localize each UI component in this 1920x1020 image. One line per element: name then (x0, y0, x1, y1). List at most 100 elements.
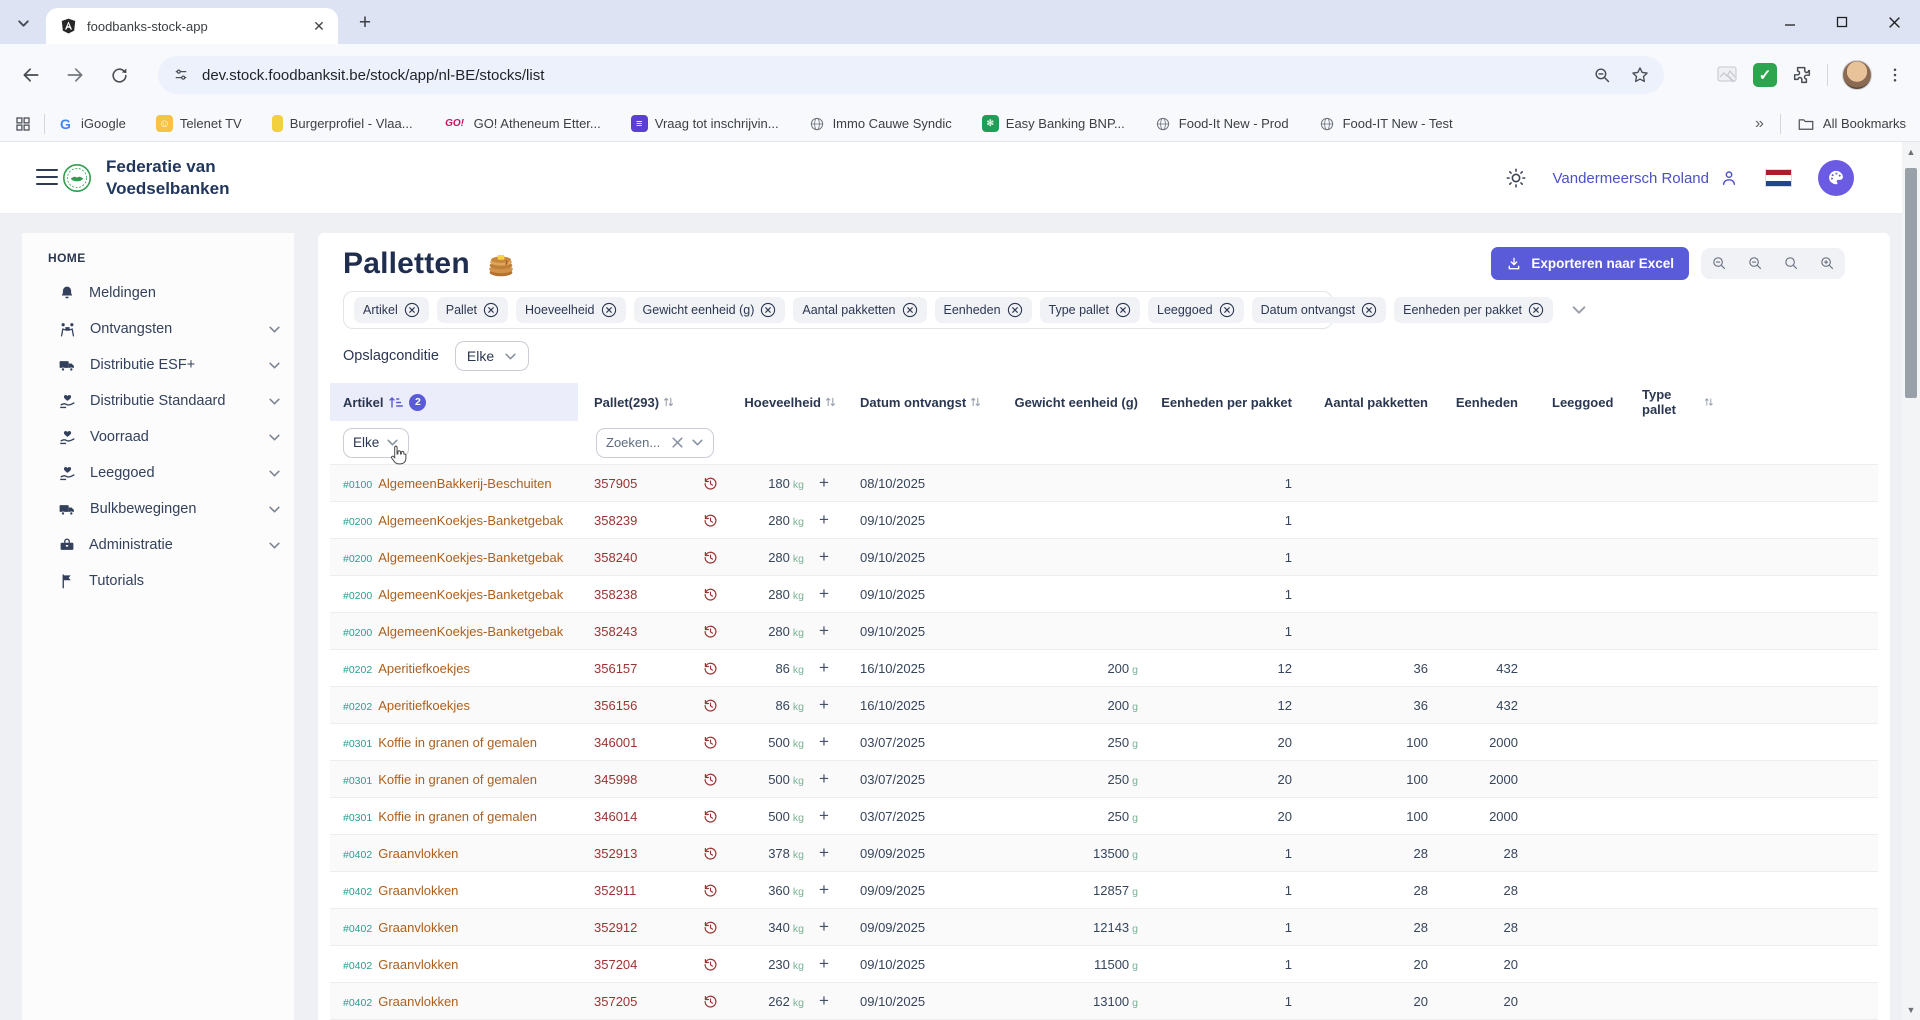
table-row[interactable]: #0202Aperitiefkoekjes35615686kg+16/10/20… (330, 687, 1878, 724)
column-header-gewicht[interactable]: Gewicht eenheid (g) (992, 395, 1138, 410)
expand-plus-icon[interactable]: + (806, 843, 842, 863)
window-minimize-button[interactable] (1764, 0, 1816, 44)
expand-plus-icon[interactable]: + (806, 621, 842, 641)
expand-plus-icon[interactable]: + (806, 695, 842, 715)
table-row[interactable]: #0200AlgemeenKoekjes-Banketgebak35823828… (330, 576, 1878, 613)
history-icon[interactable] (690, 956, 730, 973)
back-button[interactable] (14, 58, 48, 92)
sidebar-item-distributie-esf-[interactable]: Distributie ESF+ (22, 347, 294, 383)
forward-button[interactable] (58, 58, 92, 92)
bookmark-star-icon[interactable] (1630, 65, 1650, 85)
pallet-number[interactable]: 358243 (578, 624, 690, 639)
article-cell[interactable]: #0200AlgemeenKoekjes-Banketgebak (330, 550, 578, 565)
article-cell[interactable]: #0301Koffie in granen of gemalen (330, 772, 578, 787)
bookmark-item[interactable]: ☺Telenet TV (156, 115, 242, 132)
remove-filter-icon[interactable] (1115, 302, 1131, 318)
sidebar-item-administratie[interactable]: Administratie (22, 527, 294, 563)
search-icon[interactable] (1773, 255, 1809, 272)
url-text[interactable]: dev.stock.foodbanksit.be/stock/app/nl-BE… (202, 67, 1593, 84)
column-header-artikel[interactable]: Artikel 2 (330, 383, 578, 421)
theme-sun-icon[interactable] (1505, 167, 1527, 189)
bookmark-item[interactable]: GO!GO! Atheneum Etter... (443, 115, 601, 132)
bookmark-item[interactable]: Burgerprofiel - Vlaa... (272, 115, 413, 132)
zoom-in-icon[interactable] (1809, 255, 1845, 272)
hamburger-menu-icon[interactable] (36, 169, 58, 190)
expand-plus-icon[interactable]: + (806, 584, 842, 604)
pallet-number[interactable]: 357205 (578, 994, 690, 1009)
column-header-leeggoed[interactable]: Leeggoed (1518, 395, 1598, 410)
article-cell[interactable]: #0402Graanvlokken (330, 920, 578, 935)
expand-plus-icon[interactable]: + (806, 732, 842, 752)
expand-plus-icon[interactable]: + (806, 658, 842, 678)
sidebar-item-bulkbewegingen[interactable]: Bulkbewegingen (22, 491, 294, 527)
scroll-down-icon[interactable]: ▼ (1902, 1002, 1920, 1018)
expand-plus-icon[interactable]: + (806, 769, 842, 789)
table-row[interactable]: #0301Koffie in granen of gemalen34599850… (330, 761, 1878, 798)
browser-menu-kebab-icon[interactable] (1886, 66, 1904, 84)
article-cell[interactable]: #0402Graanvlokken (330, 883, 578, 898)
history-icon[interactable] (690, 882, 730, 899)
column-header-aantal-pakketten[interactable]: Aantal pakketten (1292, 395, 1428, 410)
table-row[interactable]: #0202Aperitiefkoekjes35615786kg+16/10/20… (330, 650, 1878, 687)
article-cell[interactable]: #0200AlgemeenKoekjes-Banketgebak (330, 513, 578, 528)
pallet-number[interactable]: 345998 (578, 772, 690, 787)
check-extension-icon[interactable]: ✓ (1753, 63, 1777, 87)
bookmarks-overflow-chevron[interactable]: » (1755, 115, 1764, 133)
window-close-button[interactable] (1868, 0, 1920, 44)
article-cell[interactable]: #0200AlgemeenKoekjes-Banketgebak (330, 587, 578, 602)
history-icon[interactable] (690, 808, 730, 825)
expand-plus-icon[interactable]: + (806, 547, 842, 567)
expand-plus-icon[interactable]: + (806, 991, 842, 1011)
history-icon[interactable] (690, 660, 730, 677)
site-settings-tune-icon[interactable] (172, 66, 190, 84)
artikel-filter-select[interactable]: Elke (343, 428, 409, 458)
scroll-up-icon[interactable]: ▲ (1902, 144, 1920, 160)
history-icon[interactable] (690, 734, 730, 751)
extensions-puzzle-icon[interactable] (1791, 64, 1813, 86)
browser-tab[interactable]: foodbanks-stock-app ✕ (46, 8, 338, 44)
article-cell[interactable]: #0402Graanvlokken (330, 846, 578, 861)
article-cell[interactable]: #0301Koffie in granen of gemalen (330, 809, 578, 824)
sidebar-item-distributie-standaard[interactable]: Distributie Standaard (22, 383, 294, 419)
pallet-number[interactable]: 356156 (578, 698, 690, 713)
expand-plus-icon[interactable]: + (806, 510, 842, 530)
remove-filter-icon[interactable] (902, 302, 918, 318)
remove-filter-icon[interactable] (1219, 302, 1235, 318)
history-icon[interactable] (690, 512, 730, 529)
bookmark-item[interactable]: GiGoogle (57, 115, 126, 132)
theme-palette-button[interactable] (1818, 160, 1854, 196)
bookmark-item[interactable]: Immo Cauwe Syndic (809, 115, 952, 132)
tab-close-icon[interactable]: ✕ (310, 17, 328, 35)
expand-plus-icon[interactable]: + (806, 954, 842, 974)
history-icon[interactable] (690, 623, 730, 640)
all-bookmarks-button[interactable]: All Bookmarks (1797, 115, 1906, 133)
bookmark-item[interactable]: Food-IT New - Test (1319, 115, 1453, 132)
table-row[interactable]: #0100AlgemeenBakkerij-Beschuiten35790518… (330, 465, 1878, 502)
zoom-out-icon[interactable] (1701, 255, 1737, 272)
history-icon[interactable] (690, 697, 730, 714)
pallet-number[interactable]: 356157 (578, 661, 690, 676)
history-icon[interactable] (690, 845, 730, 862)
pallet-number[interactable]: 358238 (578, 587, 690, 602)
sidebar-item-tutorials[interactable]: Tutorials (22, 563, 294, 599)
history-icon[interactable] (690, 771, 730, 788)
pallet-number[interactable]: 346001 (578, 735, 690, 750)
screenshot-extension-icon[interactable] (1715, 63, 1739, 87)
apps-grid-icon[interactable] (14, 115, 32, 133)
bookmark-item[interactable]: ≡Vraag tot inschrijvin... (631, 115, 779, 132)
filters-collapse-chevron-icon[interactable] (1571, 302, 1587, 318)
pallet-number[interactable]: 352912 (578, 920, 690, 935)
tab-search-icon[interactable] (10, 10, 36, 36)
language-flag-nl[interactable] (1765, 169, 1792, 187)
export-excel-button[interactable]: Exporteren naar Excel (1491, 247, 1689, 280)
article-cell[interactable]: #0301Koffie in granen of gemalen (330, 735, 578, 750)
user-menu[interactable]: Vandermeersch Roland (1553, 168, 1739, 188)
column-header-eenheden[interactable]: Eenheden (1428, 395, 1518, 410)
bookmark-item[interactable]: ✻Easy Banking BNP... (982, 115, 1125, 132)
sidebar-item-ontvangsten[interactable]: Ontvangsten (22, 311, 294, 347)
expand-plus-icon[interactable]: + (806, 917, 842, 937)
pallet-number[interactable]: 357204 (578, 957, 690, 972)
remove-filter-icon[interactable] (1528, 302, 1544, 318)
history-icon[interactable] (690, 586, 730, 603)
remove-filter-icon[interactable] (1361, 302, 1377, 318)
